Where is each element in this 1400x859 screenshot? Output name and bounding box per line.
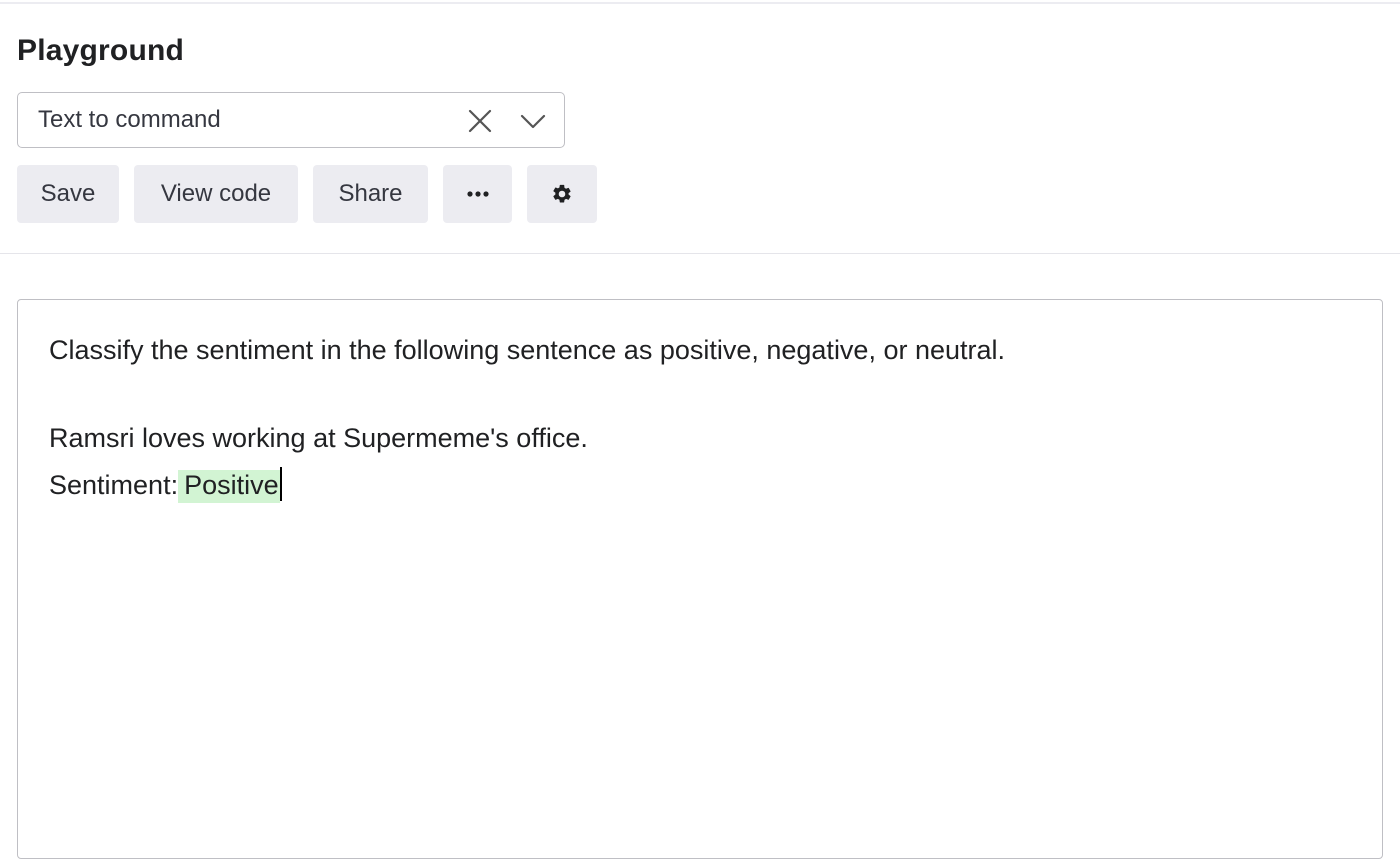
close-icon[interactable] [468,109,492,133]
section-divider [0,253,1400,254]
preset-select-value: Text to command [38,106,221,133]
share-button[interactable]: Share [313,165,428,223]
sentiment-prefix: Sentiment: [49,470,179,500]
page-title: Playground [17,34,185,67]
gear-icon [553,184,571,203]
top-divider [0,2,1400,4]
more-horizontal-icon [466,191,489,197]
chevron-down-icon[interactable] [520,109,546,133]
preset-select[interactable]: Text to command [17,92,565,148]
settings-button[interactable] [527,165,597,223]
completion-highlight: Positive [178,470,280,503]
prompt-editor[interactable]: Classify the sentiment in the following … [17,299,1383,859]
sentiment-line: Sentiment: Positive [49,467,282,503]
prompt-line: Ramsri loves working at Supermeme's offi… [49,423,588,453]
prompt-line: Classify the sentiment in the following … [49,335,1006,365]
view-code-button[interactable]: View code [134,165,298,223]
text-caret [279,467,282,501]
more-options-button[interactable] [443,165,512,223]
save-button[interactable]: Save [17,165,119,223]
